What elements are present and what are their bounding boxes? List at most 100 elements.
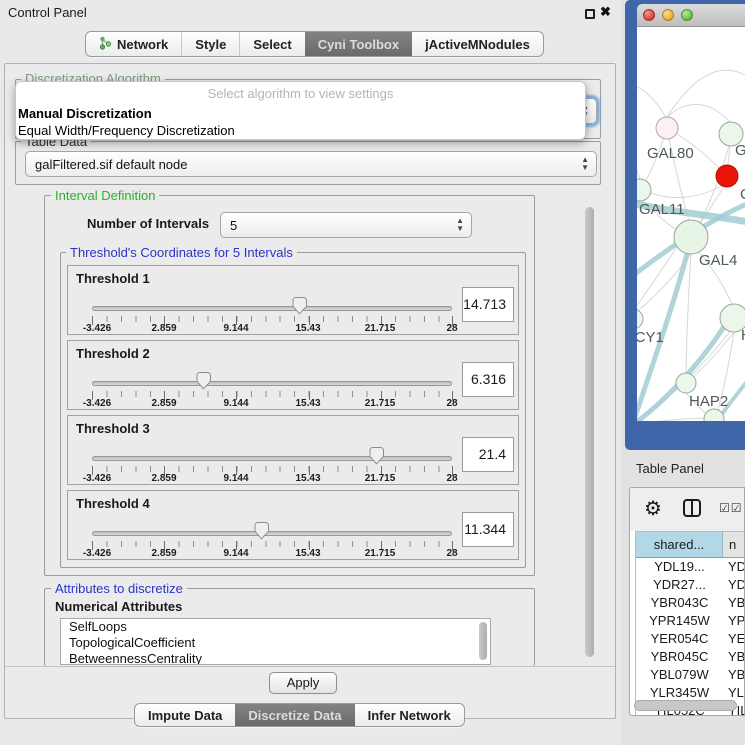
list-scrollbar[interactable] [479, 622, 487, 660]
tab-discretize-data[interactable]: Discretize Data [235, 704, 354, 726]
threshold-4-label: Threshold 4 [76, 496, 150, 511]
tick-label: 9.144 [223, 323, 248, 334]
dropdown-option-manual[interactable]: Manual Discretization [16, 105, 585, 122]
column-header-shared-name[interactable]: shared... [636, 532, 723, 558]
dropdown-prompt: Select algorithm to view settings [16, 86, 585, 105]
tab-impute-data[interactable]: Impute Data [135, 704, 235, 726]
threshold-1-slider-thumb[interactable] [292, 297, 307, 315]
threshold-1-slider-track[interactable] [92, 306, 452, 311]
tick-label: 2.859 [151, 473, 176, 484]
threshold-4-slider-track[interactable] [92, 531, 452, 536]
table-header-row: shared... n [636, 532, 744, 558]
tab-cyni-toolbox[interactable]: Cyni Toolbox [305, 32, 412, 56]
column-header-name[interactable]: n [723, 532, 744, 558]
top-tab-bar: Network Style Select Cyni Toolbox jActiv… [85, 31, 544, 57]
table-row[interactable]: YPR145WYPR1 [636, 612, 744, 630]
tab-network[interactable]: Network [86, 32, 181, 56]
tab-infer-network[interactable]: Infer Network [355, 704, 464, 726]
number-of-intervals-combobox[interactable]: 5 ▲▼ [220, 212, 472, 238]
threshold-2-slider-track[interactable] [92, 381, 452, 386]
node-label: GAL11 [639, 201, 685, 218]
split-columns-icon[interactable] [682, 498, 702, 518]
attributes-group-title: Attributes to discretize [51, 581, 187, 596]
table-row[interactable]: YBL079WYBL0 [636, 666, 744, 684]
tick-label: 15.43 [295, 323, 320, 334]
threshold-3-slider-thumb[interactable] [369, 447, 384, 465]
tick-marks [92, 541, 453, 547]
threshold-3-label: Threshold 3 [76, 421, 150, 436]
network-view-window: GAL80 GA GAL11 GAL4 GCY1 H HAP2 C [625, 0, 745, 450]
tick-label: 2.859 [151, 323, 176, 334]
table-row[interactable]: YER054CYER0 [636, 630, 744, 648]
network-window-titlebar[interactable] [637, 4, 745, 27]
table-row[interactable]: YBR045CYBR0 [636, 648, 744, 666]
network-node-gcy1[interactable] [637, 309, 643, 329]
dropdown-option-equal-width[interactable]: Equal Width/Frequency Discretization [16, 122, 585, 139]
network-canvas[interactable]: GAL80 GA GAL11 GAL4 GCY1 H HAP2 C [637, 27, 745, 421]
interval-definition-group: Interval Definition Number of Intervals … [44, 195, 535, 576]
tick-label: -3.426 [83, 323, 111, 334]
number-of-intervals-label: Number of Intervals [87, 216, 209, 231]
stepper-icon: ▲▼ [456, 217, 464, 233]
network-node-gal80[interactable] [656, 117, 678, 139]
node-label: C [740, 186, 745, 203]
network-node-hap2[interactable] [676, 373, 696, 393]
viewport-divider [5, 666, 615, 667]
list-item[interactable]: SelfLoops [61, 619, 490, 635]
threshold-3-value-field[interactable]: 21.4 [462, 437, 514, 472]
tab-jactivemnodules[interactable]: jActiveMNodules [412, 32, 543, 56]
list-item[interactable]: TopologicalCoefficient [61, 635, 490, 651]
table-row[interactable]: YDR27...YDR2 [636, 576, 744, 594]
tick-label: 28 [446, 323, 457, 334]
tick-marks [92, 316, 453, 322]
minimize-traffic-light-icon[interactable] [662, 9, 674, 21]
threshold-4-value-field[interactable]: 11.344 [462, 512, 514, 547]
tab-select[interactable]: Select [239, 32, 304, 56]
table-row[interactable]: YDL19...YDL1 [636, 558, 744, 576]
table-data-value: galFiltered.sif default node [35, 157, 187, 172]
threshold-1-value-field[interactable]: 14.713 [462, 287, 514, 322]
network-node-bottom[interactable] [704, 409, 724, 421]
tick-marks [92, 466, 453, 472]
threshold-2-value-field[interactable]: 6.316 [462, 362, 514, 397]
tick-label: 2.859 [151, 548, 176, 559]
threshold-3-slider-track[interactable] [92, 456, 452, 461]
float-window-icon[interactable] [585, 9, 595, 19]
node-table: shared... n YDL19...YDL1 YDR27...YDR2 YB… [635, 531, 744, 715]
tick-label: 9.144 [223, 398, 248, 409]
list-item[interactable]: BetweennessCentrality [61, 651, 490, 665]
tab-style[interactable]: Style [181, 32, 239, 56]
tick-label: 28 [446, 473, 457, 484]
threshold-coordinates-title: Threshold's Coordinates for 5 Intervals [66, 245, 297, 260]
tick-label: 21.715 [365, 398, 396, 409]
numerical-attributes-list: SelfLoops TopologicalCoefficient Between… [60, 618, 491, 665]
zoom-traffic-light-icon[interactable] [681, 9, 693, 21]
select-columns-icon[interactable]: ☑☑ [719, 501, 743, 515]
close-traffic-light-icon[interactable] [643, 9, 655, 21]
threshold-4-panel: Threshold 4 -3.426 2.859 9.144 15.43 21.… [67, 490, 519, 560]
gear-icon[interactable]: ⚙ [644, 496, 662, 521]
attributes-group: Attributes to discretize Numerical Attri… [44, 588, 535, 666]
network-node-gal4[interactable] [674, 220, 708, 254]
table-panel: ⚙ ☑☑ shared... n YDL19...YDL1 YDR27...YD… [629, 487, 745, 716]
bottom-tab-bar: Impute Data Discretize Data Infer Networ… [134, 703, 465, 727]
network-node-selected-red[interactable] [716, 165, 738, 187]
panel-vertical-scrollbar[interactable] [585, 207, 594, 657]
network-node-gal11[interactable] [637, 179, 651, 201]
threshold-4-slider-thumb[interactable] [254, 522, 269, 540]
tick-label: 2.859 [151, 398, 176, 409]
table-row[interactable]: YBR043CYBR0 [636, 594, 744, 612]
tick-label: -3.426 [83, 473, 111, 484]
tick-label: 15.43 [295, 398, 320, 409]
node-label: GAL80 [647, 145, 694, 162]
close-icon[interactable]: ✖ [600, 4, 611, 20]
threshold-2-panel: Threshold 2 -3.426 2.859 9.144 15.43 21.… [67, 340, 519, 410]
table-data-combobox[interactable]: galFiltered.sif default node ▲▼ [25, 151, 597, 177]
tick-label: 9.144 [223, 473, 248, 484]
table-horizontal-scrollbar[interactable] [634, 700, 737, 711]
threshold-2-slider-thumb[interactable] [196, 372, 211, 390]
apply-button[interactable]: Apply [269, 672, 337, 694]
tick-label: 9.144 [223, 548, 248, 559]
cyni-toolbox-panel: Discretization Algorithm ▲▼ Select algor… [4, 63, 616, 719]
algorithm-dropdown-popup: Select algorithm to view settings Manual… [15, 81, 586, 140]
